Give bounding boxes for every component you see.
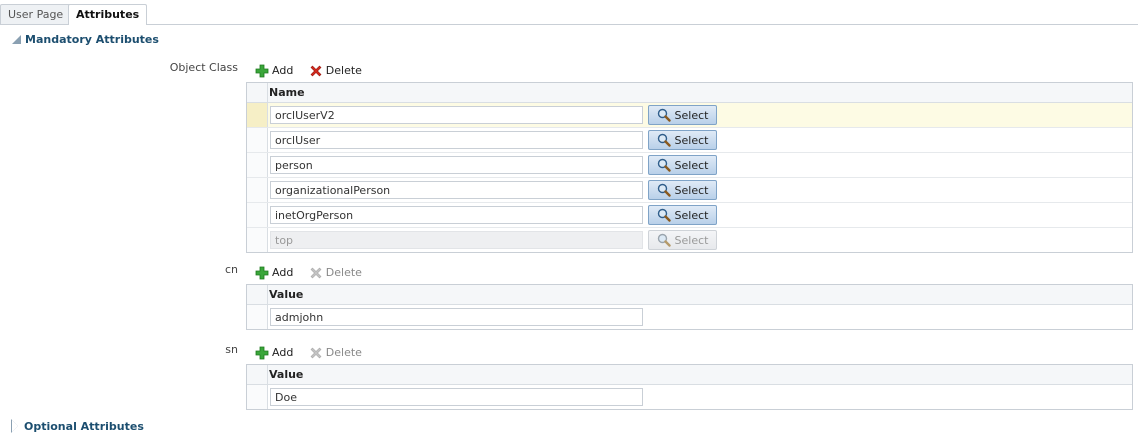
select-label: Select: [674, 133, 709, 147]
object-class-toolbar: Add Delete: [255, 62, 374, 80]
object-class-name-input[interactable]: [270, 206, 643, 224]
select-button[interactable]: Select: [648, 205, 717, 225]
tab-bar: User Page Attributes: [0, 0, 1138, 25]
object-class-delete-button[interactable]: Delete: [309, 62, 362, 80]
plus-icon: [255, 346, 269, 360]
add-label: Add: [272, 346, 294, 359]
select-label: Select: [674, 183, 709, 197]
select-label: Select: [674, 108, 709, 122]
row-header[interactable]: [247, 128, 268, 152]
object-class-table: Name SelectSelectSelectSelectSelectSelec…: [246, 82, 1133, 253]
object-class-name-input[interactable]: [270, 181, 643, 199]
cn-toolbar: Add Delete: [255, 264, 374, 282]
tab-underline: [0, 24, 1138, 25]
sn-value-input[interactable]: [270, 388, 643, 406]
triangle-collapsed-icon: [11, 419, 18, 433]
cn-delete-button[interactable]: Delete: [309, 264, 362, 282]
object-class-label: Object Class: [169, 61, 238, 74]
plus-icon: [255, 266, 269, 280]
sn-toolbar: Add Delete: [255, 344, 374, 362]
select-label: Select: [674, 208, 709, 222]
add-label: Add: [272, 64, 294, 77]
plus-icon: [255, 64, 269, 78]
row-header[interactable]: [247, 153, 268, 177]
row-header-corner: [247, 285, 268, 304]
sn-table: Value: [246, 364, 1133, 410]
object-class-name-input[interactable]: [270, 106, 643, 124]
magnifier-icon: [657, 133, 671, 147]
delete-label: Delete: [325, 64, 362, 77]
x-icon: [310, 65, 322, 77]
x-icon: [310, 347, 322, 359]
magnifier-icon: [657, 108, 671, 122]
magnifier-icon: [657, 158, 671, 172]
triangle-expanded-icon: [12, 35, 21, 44]
table-row: Select: [247, 178, 1132, 203]
delete-label: Delete: [325, 346, 362, 359]
object-class-name-input[interactable]: [270, 156, 643, 174]
cn-label: cn: [224, 263, 238, 276]
table-row: Select: [247, 103, 1132, 128]
mandatory-attributes-title: Mandatory Attributes: [25, 33, 159, 46]
cn-value-input[interactable]: [270, 308, 643, 326]
select-label: Select: [674, 158, 709, 172]
select-button[interactable]: Select: [648, 180, 717, 200]
table-row: Select: [247, 153, 1132, 178]
table-row: [247, 385, 1132, 409]
tab-attributes[interactable]: Attributes: [68, 4, 148, 25]
cn-table: Value: [246, 284, 1133, 330]
table-row: Select: [247, 128, 1132, 153]
row-header[interactable]: [247, 385, 268, 409]
name-column-header: Name: [269, 86, 305, 99]
sn-delete-button[interactable]: Delete: [309, 344, 362, 362]
object-class-name-input: [270, 231, 643, 249]
table-row: Select: [247, 203, 1132, 228]
row-header[interactable]: [247, 228, 268, 252]
row-header[interactable]: [247, 203, 268, 227]
object-class-name-input[interactable]: [270, 131, 643, 149]
magnifier-icon: [657, 183, 671, 197]
row-header-corner: [247, 365, 268, 384]
row-header[interactable]: [247, 178, 268, 202]
magnifier-icon: [657, 208, 671, 222]
row-header-corner: [247, 83, 268, 102]
value-column-header: Value: [269, 368, 304, 381]
table-row: Select: [247, 228, 1132, 252]
object-class-table-header: Name: [247, 83, 1132, 103]
object-class-add-button[interactable]: Add: [255, 62, 293, 80]
select-button[interactable]: Select: [648, 155, 717, 175]
object-class-rows: Select Select Select Select Select Select: [247, 103, 1132, 252]
sn-add-button[interactable]: Add: [255, 344, 293, 362]
delete-label: Delete: [325, 266, 362, 279]
select-button[interactable]: Select: [648, 105, 717, 125]
cn-add-button[interactable]: Add: [255, 264, 293, 282]
sn-table-header: Value: [247, 365, 1132, 385]
add-label: Add: [272, 266, 294, 279]
sn-label: sn: [225, 343, 238, 356]
value-column-header: Value: [269, 288, 304, 301]
optional-attributes-title: Optional Attributes: [24, 420, 144, 433]
mandatory-attributes-header[interactable]: Mandatory Attributes: [12, 32, 159, 48]
row-header[interactable]: [247, 305, 268, 329]
magnifier-icon: [657, 233, 671, 247]
cn-table-header: Value: [247, 285, 1132, 305]
optional-attributes-header[interactable]: Optional Attributes: [11, 419, 144, 435]
tab-user-page[interactable]: User Page: [0, 4, 72, 24]
table-row: [247, 305, 1132, 329]
select-button: Select: [648, 230, 717, 250]
x-icon: [310, 267, 322, 279]
row-header[interactable]: [247, 103, 268, 127]
select-label: Select: [674, 233, 709, 247]
select-button[interactable]: Select: [648, 130, 717, 150]
